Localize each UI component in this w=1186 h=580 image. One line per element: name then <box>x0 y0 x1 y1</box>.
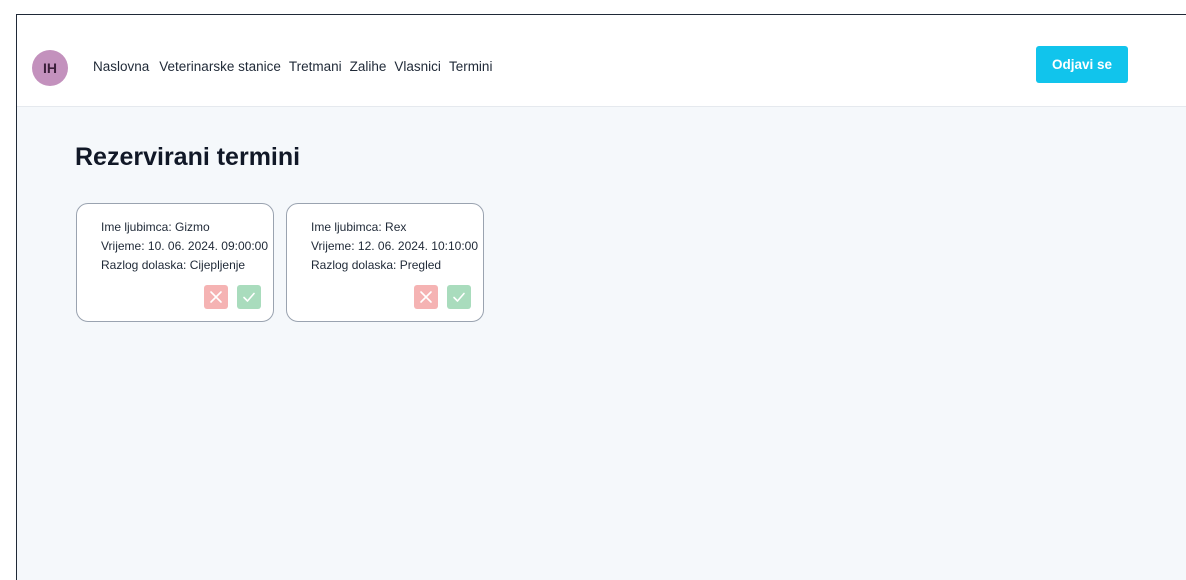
accept-button[interactable] <box>237 285 261 309</box>
reject-button[interactable] <box>414 285 438 309</box>
appointment-time: Vrijeme: 12. 06. 2024. 10:10:00 <box>311 239 479 253</box>
appointment-card: Ime ljubimca: Gizmo Vrijeme: 10. 06. 202… <box>76 203 274 322</box>
nav-item-zalihe[interactable]: Zalihe <box>350 59 387 74</box>
appointment-actions <box>414 285 471 309</box>
appointment-reason: Razlog dolaska: Cijepljenje <box>101 258 246 272</box>
nav-links: Naslovna Veterinarske stanice Tretmani Z… <box>93 59 492 74</box>
appointment-pet: Ime ljubimca: Gizmo <box>101 220 210 234</box>
nav-item-vlasnici[interactable]: Vlasnici <box>394 59 441 74</box>
nav-item-naslovna[interactable]: Naslovna <box>93 59 149 74</box>
appointment-pet: Ime ljubimca: Rex <box>311 220 407 234</box>
appointment-actions <box>204 285 261 309</box>
accept-button[interactable] <box>447 285 471 309</box>
app-frame: IH Naslovna Veterinarske stanice Tretman… <box>16 14 1186 580</box>
appointment-list: Ime ljubimca: Gizmo Vrijeme: 10. 06. 202… <box>76 203 484 322</box>
close-icon <box>420 291 432 303</box>
close-icon <box>210 291 222 303</box>
nav-item-termini[interactable]: Termini <box>449 59 493 74</box>
avatar[interactable]: IH <box>32 50 68 86</box>
reject-button[interactable] <box>204 285 228 309</box>
page-title: Rezervirani termini <box>75 143 301 171</box>
check-icon <box>243 292 255 302</box>
check-icon <box>453 292 465 302</box>
navbar: IH Naslovna Veterinarske stanice Tretman… <box>17 15 1186 107</box>
appointment-reason: Razlog dolaska: Pregled <box>311 258 442 272</box>
appointment-card: Ime ljubimca: Rex Vrijeme: 12. 06. 2024.… <box>286 203 484 322</box>
logout-button[interactable]: Odjavi se <box>1036 46 1128 83</box>
nav-item-veterinarske-stanice[interactable]: Veterinarske stanice <box>159 59 281 74</box>
nav-item-tretmani[interactable]: Tretmani <box>289 59 342 74</box>
appointment-time: Vrijeme: 10. 06. 2024. 09:00:00 <box>101 239 269 253</box>
